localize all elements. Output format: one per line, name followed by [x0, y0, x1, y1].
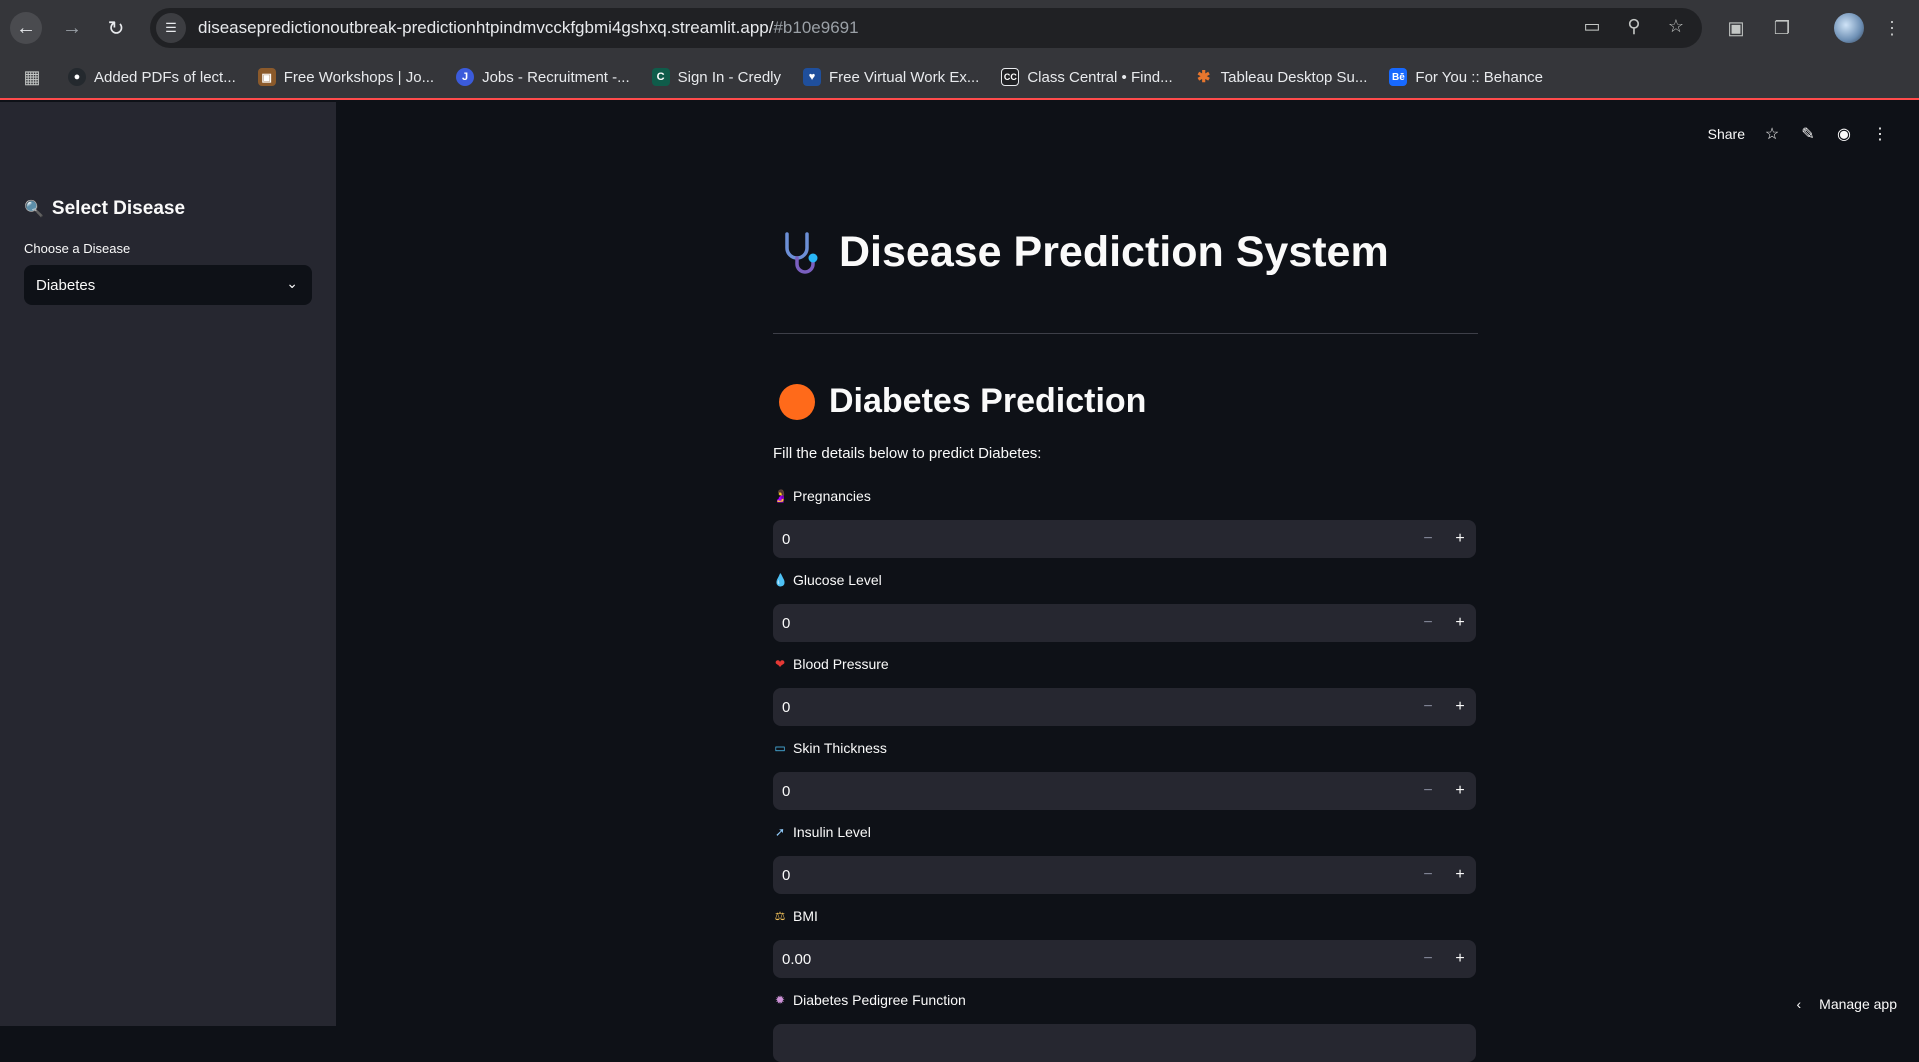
field-pedigree: ✹ Diabetes Pedigree Function: [773, 990, 1478, 1062]
disease-select-label: Choose a Disease: [24, 241, 131, 256]
share-button[interactable]: Share: [1708, 126, 1745, 142]
decrement-button[interactable]: −: [1412, 856, 1444, 894]
bandage-icon: ▭: [774, 741, 786, 755]
behance-icon: Bē: [1389, 68, 1408, 86]
glucose-input[interactable]: 0− +: [773, 604, 1476, 642]
manage-app-button[interactable]: ‹ Manage app: [1796, 996, 1897, 1012]
field-bmi: ⚖ BMI 0.00− +: [773, 906, 1478, 978]
field-blood-pressure: ❤ Blood Pressure 0− +: [773, 654, 1478, 726]
install-app-icon[interactable]: ▭: [1580, 16, 1604, 37]
site-info-icon[interactable]: ☰: [156, 13, 186, 43]
increment-button[interactable]: +: [1444, 688, 1476, 726]
decrement-button[interactable]: −: [1412, 940, 1444, 978]
blood-pressure-input[interactable]: 0− +: [773, 688, 1476, 726]
browser-toolbar: ← → ↻ ☰ diseasepredictionoutbreak-predic…: [0, 0, 1919, 56]
app-toolbar: Share ☆ ✎ ◉ ⋮: [1708, 124, 1889, 144]
bookmark-item[interactable]: J Jobs - Recruitment -...: [456, 68, 630, 86]
reload-button[interactable]: ↻: [100, 12, 132, 44]
syringe-icon: ➚: [774, 825, 786, 839]
disease-select-value: Diabetes: [36, 276, 96, 294]
briefcase-icon: ▣: [257, 68, 276, 86]
more-menu-icon[interactable]: ⋮: [1871, 124, 1889, 144]
heart-icon: ❤: [774, 657, 786, 671]
orange-circle-icon: [779, 383, 815, 420]
field-glucose: 💧 Glucose Level 0− +: [773, 570, 1478, 642]
sidebar-title: 🔍 Select Disease: [24, 198, 186, 219]
bookmark-item[interactable]: ▣ Free Workshops | Jo...: [257, 68, 434, 86]
address-bar[interactable]: ☰ diseasepredictionoutbreak-predictionht…: [150, 8, 1702, 48]
url-text[interactable]: diseasepredictionoutbreak-predictionhtpi…: [198, 18, 859, 38]
github-icon[interactable]: ◉: [1835, 124, 1853, 144]
dna-icon: ✹: [774, 993, 786, 1007]
decrement-button[interactable]: −: [1412, 688, 1444, 726]
page-title: Disease Prediction System: [779, 228, 1389, 277]
bookmark-item[interactable]: Bē For You :: Behance: [1389, 68, 1543, 86]
increment-button[interactable]: +: [1444, 772, 1476, 810]
increment-button[interactable]: +: [1444, 520, 1476, 558]
extensions-icon[interactable]: ❐: [1768, 14, 1796, 42]
bookmark-item[interactable]: ✱ Tableau Desktop Su...: [1195, 68, 1367, 87]
insulin-input[interactable]: 0− +: [773, 856, 1476, 894]
divider: [773, 333, 1478, 334]
sidebar: 🔍 Select Disease Choose a Disease Diabet…: [0, 102, 336, 1026]
pregnancies-input[interactable]: 0− +: [773, 520, 1476, 558]
pedigree-input[interactable]: [773, 1024, 1476, 1062]
chevron-left-icon: ‹: [1796, 996, 1802, 1012]
star-icon[interactable]: ☆: [1763, 124, 1781, 144]
pregnant-woman-icon: 🤰: [773, 489, 788, 503]
edit-pencil-icon[interactable]: ✎: [1799, 124, 1817, 144]
github-icon: ●: [68, 68, 86, 86]
decrement-button[interactable]: −: [1412, 604, 1444, 642]
jobs-icon: J: [456, 68, 475, 86]
bookmark-item[interactable]: ● Added PDFs of lect...: [68, 68, 236, 86]
blood-drop-icon: 💧: [773, 573, 788, 587]
field-insulin: ➚ Insulin Level 0− +: [773, 822, 1478, 894]
tab-search-icon[interactable]: ▣: [1722, 14, 1750, 42]
bookmark-star-icon[interactable]: ☆: [1664, 16, 1688, 37]
chevron-down-icon: ⌄: [286, 275, 298, 291]
back-button[interactable]: ←: [10, 12, 42, 44]
bookmarks-bar: ▦ ● Added PDFs of lect... ▣ Free Workshops…: [0, 56, 1919, 100]
increment-button[interactable]: +: [1444, 604, 1476, 642]
field-skin-thickness: ▭ Skin Thickness 0− +: [773, 738, 1478, 810]
classcentral-icon: CC: [1001, 68, 1020, 86]
chrome-menu-icon[interactable]: ⋮: [1878, 14, 1906, 42]
apps-grid-icon[interactable]: ▦: [10, 67, 54, 88]
magnifier-icon: 🔍: [24, 201, 44, 218]
heart-icon: ♥: [803, 68, 821, 86]
disease-select[interactable]: Diabetes ⌄: [24, 265, 312, 305]
decrement-button[interactable]: −: [1412, 520, 1444, 558]
bookmark-item[interactable]: CC Class Central • Find...: [1001, 68, 1173, 86]
field-pregnancies: 🤰 Pregnancies 0− +: [773, 486, 1478, 558]
bookmark-item[interactable]: C Sign In - Credly: [651, 68, 781, 86]
profile-avatar[interactable]: [1834, 13, 1864, 43]
section-title: Diabetes Prediction: [779, 382, 1146, 421]
bmi-input[interactable]: 0.00− +: [773, 940, 1476, 978]
scales-icon: ⚖: [774, 909, 786, 923]
intro-text: Fill the details below to predict Diabet…: [773, 445, 1042, 462]
decrement-button[interactable]: −: [1412, 772, 1444, 810]
credly-icon: C: [651, 68, 670, 86]
tableau-icon: ✱: [1196, 69, 1211, 86]
stethoscope-icon: [785, 231, 818, 274]
zoom-icon[interactable]: ⚲: [1622, 16, 1646, 37]
increment-button[interactable]: +: [1444, 856, 1476, 894]
bookmark-item[interactable]: ♥ Free Virtual Work Ex...: [803, 68, 979, 86]
increment-button[interactable]: +: [1444, 940, 1476, 978]
skin-thickness-input[interactable]: 0− +: [773, 772, 1476, 810]
forward-button[interactable]: →: [56, 12, 88, 44]
